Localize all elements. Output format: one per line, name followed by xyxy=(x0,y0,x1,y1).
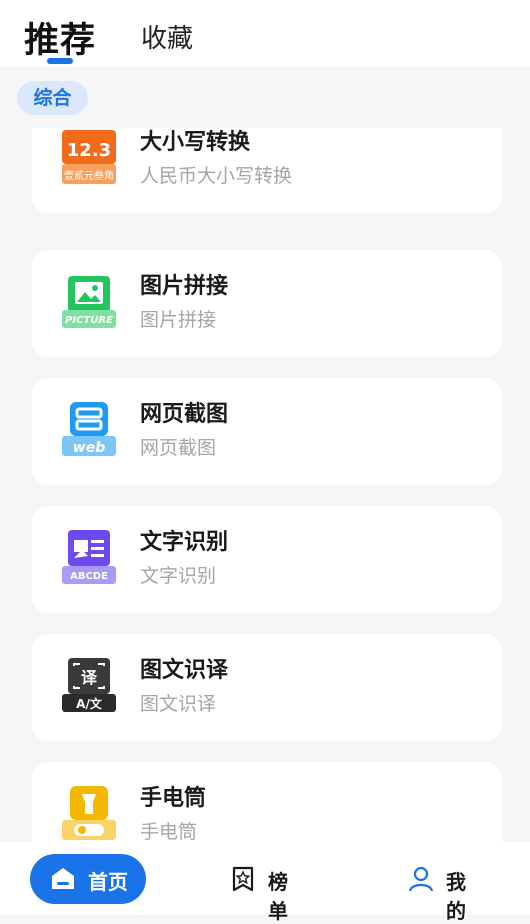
top-tab-bar: 推荐 收藏 xyxy=(0,0,530,66)
icon-glyph-text: 译 xyxy=(81,668,98,687)
bottom-nav-bar: 首页 榜单 我的 xyxy=(0,842,530,923)
icon-caption-text: ABCDE xyxy=(70,571,108,582)
icon-caption-text: web xyxy=(73,440,105,456)
tool-card-picture-stitch[interactable]: PICTURE 图片拼接 图片拼接 xyxy=(32,250,502,357)
category-chip-general[interactable]: 综合 xyxy=(17,81,88,115)
home-icon xyxy=(52,868,74,889)
nav-ranking-label: 榜单 xyxy=(268,870,288,923)
tool-card-case-convert[interactable]: 12.3 壹贰元叁角 大小写转换 人民币大小写转换 xyxy=(32,128,502,213)
flashlight-icon xyxy=(62,786,116,840)
tool-title: 手电筒 xyxy=(140,786,207,811)
tool-subtitle: 手电筒 xyxy=(140,821,198,842)
tool-title: 文字识别 xyxy=(140,530,229,555)
tool-subtitle: 网页截图 xyxy=(140,437,217,459)
tool-subtitle: 图文识译 xyxy=(140,693,217,715)
ranking-icon xyxy=(232,866,254,892)
nav-home-button[interactable]: 首页 xyxy=(30,854,146,904)
icon-number-text: 12.3 xyxy=(67,140,111,161)
tool-title: 网页截图 xyxy=(140,402,229,427)
nav-home-label: 首页 xyxy=(88,870,128,894)
tool-subtitle: 文字识别 xyxy=(140,565,217,587)
active-tab-indicator xyxy=(47,58,73,64)
icon-caption-text: A/文 xyxy=(76,696,103,711)
icon-caption-text: 壹贰元叁角 xyxy=(64,169,114,182)
text-recognition-icon: ABCDE xyxy=(62,530,116,584)
tab-favorites[interactable]: 收藏 xyxy=(141,18,193,55)
tool-card-text-recognition[interactable]: ABCDE 文字识别 文字识别 xyxy=(32,506,502,613)
image-translate-icon: 译 A/文 xyxy=(62,658,116,712)
tool-title: 大小写转换 xyxy=(140,130,251,155)
tab-recommend[interactable]: 推荐 xyxy=(24,12,96,63)
tool-card-flashlight[interactable]: 手电筒 手电筒 xyxy=(32,762,502,842)
nav-profile-label: 我的 xyxy=(446,870,466,923)
profile-icon xyxy=(408,866,434,892)
tool-card-image-translate[interactable]: 译 A/文 图文识译 图文识译 xyxy=(32,634,502,741)
tool-card-web-screenshot[interactable]: web 网页截图 网页截图 xyxy=(32,378,502,485)
tool-title: 图文识译 xyxy=(140,658,229,683)
tool-list: 12.3 壹贰元叁角 大小写转换 人民币大小写转换 PICTURE 图片拼接 图… xyxy=(0,128,530,842)
rmb-case-convert-icon: 12.3 壹贰元叁角 xyxy=(62,130,116,184)
picture-stitch-icon: PICTURE xyxy=(62,276,116,328)
tool-subtitle: 图片拼接 xyxy=(140,309,217,331)
tool-title: 图片拼接 xyxy=(140,274,229,299)
tool-subtitle: 人民币大小写转换 xyxy=(140,165,293,187)
web-screenshot-icon: web xyxy=(62,402,116,456)
icon-caption-text: PICTURE xyxy=(65,315,113,326)
